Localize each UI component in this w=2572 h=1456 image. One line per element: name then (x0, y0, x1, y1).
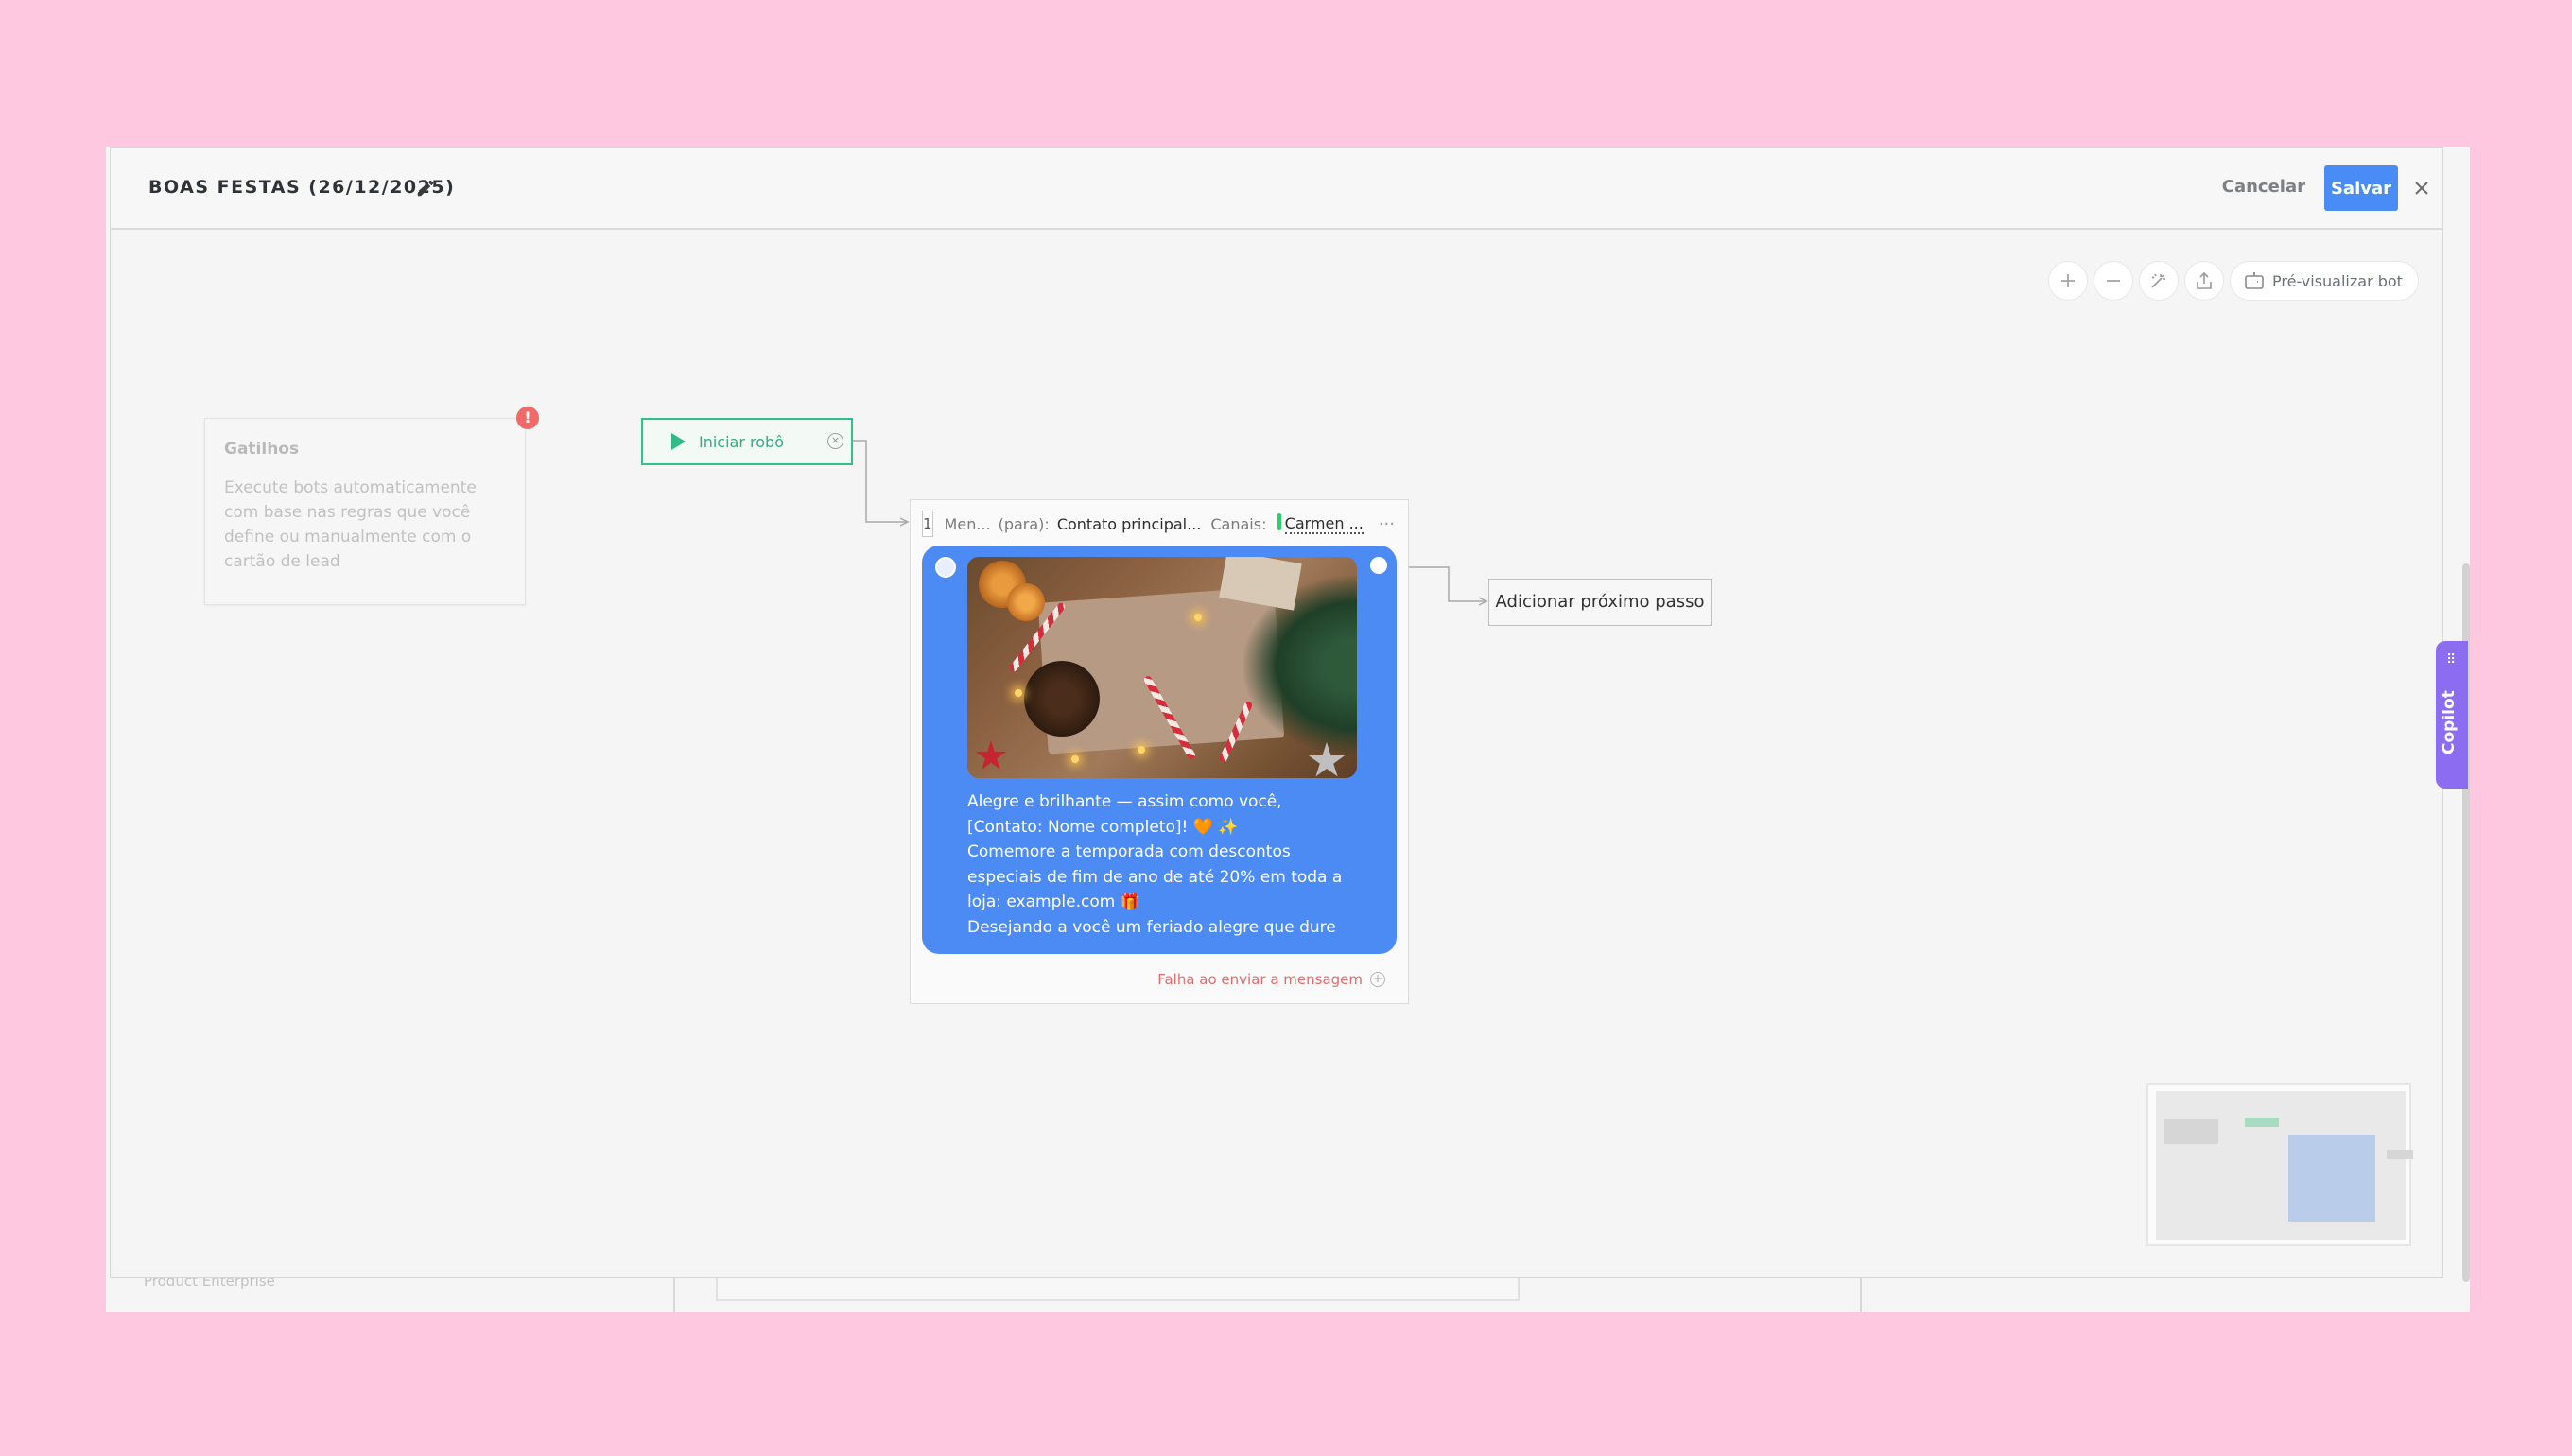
message-text: Alegre e brilhante — assim como você, [C… (967, 789, 1374, 940)
pencil-icon[interactable] (415, 178, 436, 199)
message-node[interactable]: 1 Men... (para): Contato principal... Ca… (910, 499, 1409, 1004)
preview-bot-button[interactable]: Pré-visualizar bot (2230, 261, 2419, 301)
send-failure-branch[interactable]: Falha ao enviar a mensagem + (1157, 971, 1385, 988)
start-bot-label: Iniciar robô (699, 432, 784, 451)
zoom-out-button[interactable] (2094, 261, 2133, 301)
play-icon (671, 433, 686, 450)
modal-header: BOAS FESTAS (26/12/2025) Cancelar Salvar (111, 148, 2442, 230)
cancel-button[interactable]: Cancelar (2222, 177, 2305, 197)
start-bot-node[interactable]: Iniciar robô × (641, 418, 853, 465)
bot-title: BOAS FESTAS (26/12/2025) (148, 177, 456, 198)
drag-handle-icon[interactable]: ⠿ (2446, 652, 2456, 667)
canvas-toolbar: Pré-visualizar bot (2048, 261, 2419, 301)
bot-icon (2245, 272, 2264, 289)
add-branch-icon[interactable]: + (1370, 972, 1385, 987)
christmas-photo (967, 557, 1357, 778)
minus-icon (2107, 280, 2120, 282)
photo-light (1138, 746, 1145, 754)
export-button[interactable] (2184, 261, 2224, 301)
minimap-next-step-node (2387, 1150, 2413, 1159)
photo-light (1015, 689, 1022, 697)
step-number: 1 (922, 511, 933, 537)
triggers-node[interactable]: Gatilhos Execute bots automaticamente co… (204, 418, 526, 605)
message-line: Comemore a temporada com descontos (967, 842, 1291, 861)
triggers-title: Gatilhos (224, 440, 300, 459)
copilot-tab[interactable]: ⠿ Copilot (2436, 641, 2468, 789)
zoom-in-button[interactable] (2048, 261, 2088, 301)
copilot-label: Copilot (2440, 690, 2459, 754)
photo-orange (1007, 583, 1045, 621)
recipient-value[interactable]: Contato principal... (1057, 515, 1202, 533)
remove-icon[interactable]: × (827, 433, 843, 449)
message-line: especiais de fim de ano de até 20% em to… (967, 867, 1343, 887)
alert-icon: ! (516, 407, 539, 429)
save-button[interactable]: Salvar (2324, 165, 2398, 211)
preview-bot-label: Pré-visualizar bot (2272, 271, 2403, 290)
minimap-start-node (2245, 1118, 2279, 1127)
photo-star (975, 740, 1007, 770)
channels-label: Canais: (1210, 514, 1267, 533)
message-line: Alegre e brilhante — assim como você, (967, 792, 1282, 811)
send-failure-label: Falha ao enviar a mensagem (1157, 971, 1363, 988)
recipient-label: (para): (998, 514, 1050, 533)
photo-light (1071, 755, 1079, 763)
minimap-message-node (2288, 1135, 2375, 1222)
message-line: [Contato: Nome completo]! 🧡 ✨ (967, 817, 1239, 837)
channel-value[interactable]: Carmen ... (1284, 514, 1364, 534)
message-type-label: Men... (944, 514, 991, 533)
triggers-description: Execute bots automaticamente com base na… (224, 478, 477, 571)
close-icon[interactable] (2412, 179, 2431, 198)
minimap-triggers-node (2164, 1119, 2218, 1144)
auto-arrange-button[interactable] (2139, 261, 2179, 301)
canvas-minimap[interactable] (2146, 1083, 2413, 1246)
photo-pinecone (1024, 661, 1100, 737)
photo-light (1194, 614, 1202, 621)
message-line: loja: example.com 🎁 (967, 893, 1140, 911)
upload-icon (2197, 271, 2212, 289)
message-node-header: 1 Men... (para): Contato principal... Ca… (922, 510, 1395, 538)
magic-wand-icon (2151, 273, 2165, 288)
bot-avatar-icon (935, 557, 956, 578)
minimap-viewport (2156, 1091, 2413, 1240)
more-options-icon[interactable]: ··· (1379, 514, 1395, 534)
output-handle[interactable] (1370, 557, 1387, 574)
whatsapp-icon (1277, 513, 1281, 530)
plus-icon (2061, 274, 2075, 287)
message-line: Desejando a você um feriado alegre que d… (967, 917, 1336, 937)
message-bubble[interactable]: Alegre e brilhante — assim como você, [C… (922, 546, 1397, 954)
add-next-step-button[interactable]: Adicionar próximo passo (1488, 579, 1712, 626)
